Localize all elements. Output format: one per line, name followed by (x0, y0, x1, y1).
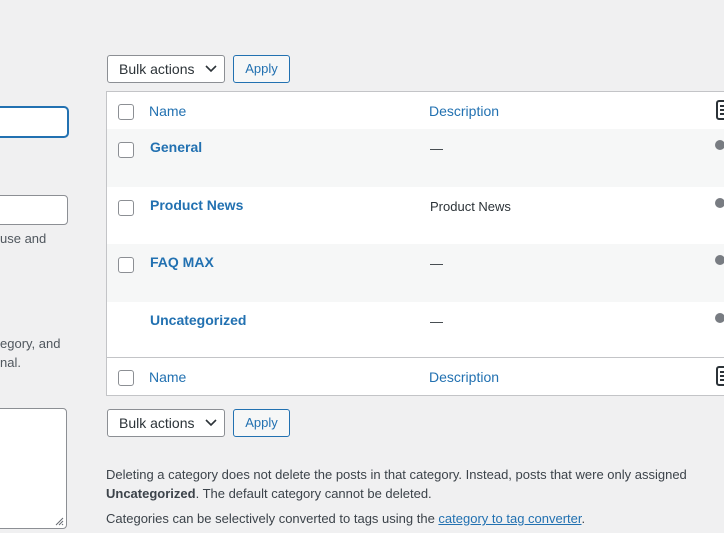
uncategorized-label: Uncategorized (106, 486, 196, 501)
bulk-actions-select-top[interactable]: Bulk actions (107, 55, 225, 83)
status-dot-icon (715, 312, 724, 323)
category-name-input[interactable] (0, 107, 68, 137)
status-dot-icon (715, 140, 724, 150)
default-category-note: Uncategorized. The default category cann… (106, 486, 432, 501)
table-footer: Name Description (107, 357, 724, 395)
select-all-checkbox[interactable] (118, 104, 134, 120)
row-checkbox[interactable] (118, 199, 134, 216)
apply-button-bottom[interactable]: Apply (233, 409, 290, 437)
row-checkbox[interactable] (118, 257, 134, 273)
row-name-link[interactable]: Product News (150, 197, 243, 213)
column-footer-description[interactable]: Description (429, 369, 499, 385)
table-header: Name Description (107, 92, 724, 130)
columns-icon[interactable] (716, 366, 724, 386)
table-row: General — (107, 129, 724, 187)
bulk-actions-label: Bulk actions (119, 61, 195, 77)
column-footer-name[interactable]: Name (149, 369, 186, 385)
convert-note: Categories can be selectively converted … (106, 511, 586, 526)
row-checkbox[interactable] (118, 142, 134, 158)
status-dot-icon (715, 197, 724, 208)
chevron-down-icon (205, 65, 217, 73)
select-all-checkbox-footer[interactable] (118, 370, 134, 386)
parent-help-line-2: nal. (0, 355, 21, 370)
row-name-link[interactable]: Uncategorized (150, 312, 246, 328)
row-name-link[interactable]: FAQ MAX (150, 254, 214, 270)
categories-table: Name Description General — Product News … (106, 91, 724, 396)
row-name-link[interactable]: General (150, 139, 202, 155)
delete-note: Deleting a category does not delete the … (106, 467, 687, 482)
row-description: — (430, 313, 443, 329)
status-dot-icon (715, 255, 724, 265)
column-header-description[interactable]: Description (429, 103, 499, 119)
row-description: Product News (430, 198, 511, 214)
category-description-textarea[interactable] (0, 408, 67, 529)
column-header-name[interactable]: Name (149, 103, 186, 119)
category-to-tag-converter-link[interactable]: category to tag converter (438, 511, 581, 526)
bulk-actions-select-bottom[interactable]: Bulk actions (107, 409, 225, 437)
parent-help-line-1: egory, and (0, 336, 61, 351)
row-description: — (430, 141, 443, 156)
bulk-actions-label: Bulk actions (119, 415, 195, 431)
apply-button-top[interactable]: Apply (233, 55, 290, 83)
table-row: Product News Product News (107, 187, 724, 245)
table-row: FAQ MAX — (107, 244, 724, 302)
table-row: Uncategorized — (107, 302, 724, 360)
resize-grip-icon[interactable] (54, 516, 64, 526)
category-slug-input[interactable] (0, 195, 68, 225)
chevron-down-icon (205, 419, 217, 427)
slug-help-text: use and (0, 231, 47, 246)
row-description: — (430, 256, 443, 271)
columns-icon[interactable] (716, 100, 724, 120)
